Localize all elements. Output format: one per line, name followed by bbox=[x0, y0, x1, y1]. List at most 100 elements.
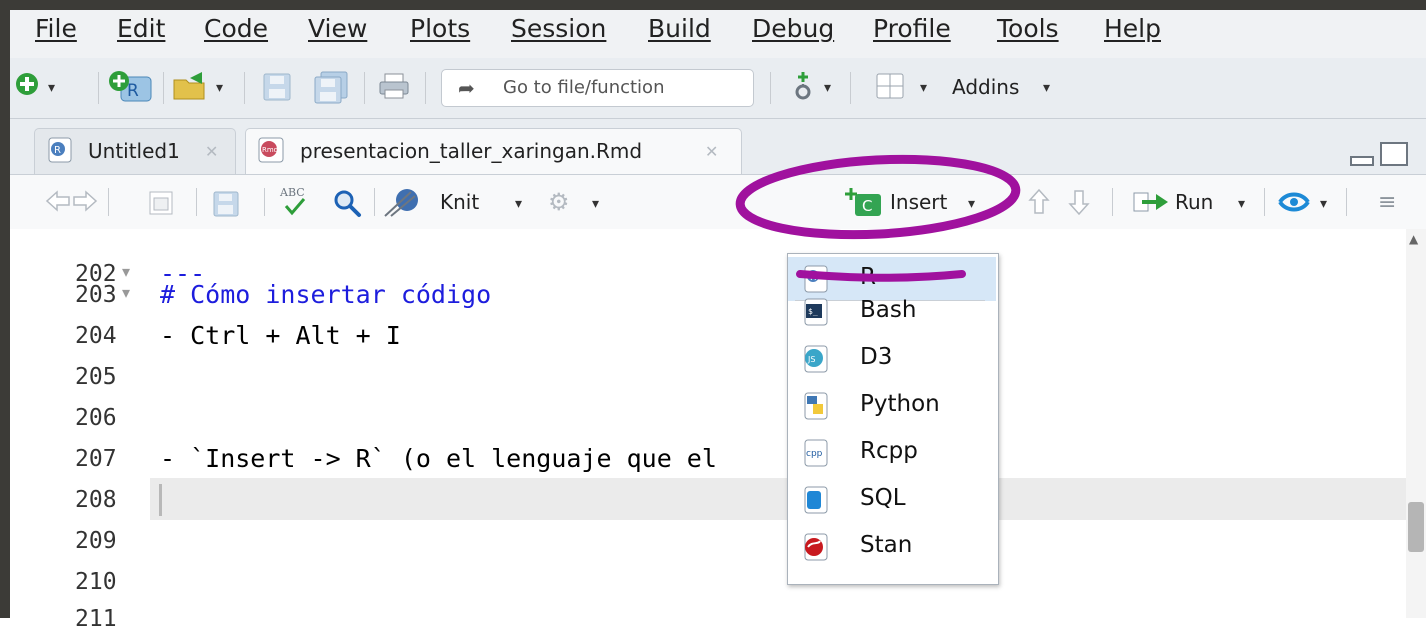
menu-session[interactable]: Session bbox=[511, 14, 606, 43]
rerun-icon[interactable] bbox=[1276, 188, 1312, 220]
menu-tools[interactable]: Tools bbox=[997, 14, 1059, 43]
menu-item-python[interactable]: Python bbox=[788, 384, 996, 428]
chevron-down-icon[interactable]: ▾ bbox=[824, 80, 831, 96]
svg-text:$_: $_ bbox=[808, 307, 818, 316]
r-script-icon: R bbox=[48, 137, 72, 167]
tab-label: Untitled1 bbox=[88, 139, 180, 163]
toolbar-separator bbox=[244, 72, 245, 104]
scrollbar-thumb[interactable] bbox=[1408, 502, 1424, 552]
menu-item-label: D3 bbox=[860, 344, 893, 370]
svg-text:R: R bbox=[54, 145, 61, 156]
down-arrow-icon[interactable] bbox=[1068, 188, 1090, 220]
line-number: 203 bbox=[75, 282, 117, 308]
bash-icon: $_ bbox=[804, 298, 828, 326]
menu-item-label: Rcpp bbox=[860, 438, 918, 464]
close-icon[interactable]: ✕ bbox=[205, 142, 218, 161]
line-number: 208 bbox=[75, 487, 117, 513]
menu-item-d3[interactable]: JS D3 bbox=[788, 337, 996, 381]
pane-layout-icon[interactable] bbox=[875, 72, 905, 104]
new-project-icon[interactable]: R bbox=[107, 69, 155, 107]
fold-icon[interactable]: ▾ bbox=[122, 283, 130, 302]
toolbar-separator bbox=[98, 72, 99, 104]
print-icon[interactable] bbox=[378, 72, 410, 104]
search-icon[interactable] bbox=[332, 188, 362, 222]
menu-item-bash[interactable]: $_ Bash bbox=[788, 290, 996, 334]
outline-icon[interactable]: ≡ bbox=[1378, 190, 1396, 215]
chevron-down-icon[interactable]: ▾ bbox=[968, 196, 975, 212]
line-number: 207 bbox=[75, 446, 117, 472]
menu-item-label: R bbox=[860, 264, 876, 290]
fold-icon[interactable]: ▾ bbox=[122, 262, 130, 281]
toolbar-separator bbox=[163, 72, 164, 104]
menu-item-stan[interactable]: Stan bbox=[788, 525, 996, 569]
scrollbar-track[interactable] bbox=[1406, 229, 1426, 618]
chevron-down-icon[interactable]: ▾ bbox=[48, 80, 55, 96]
arrow-right-icon: ➦ bbox=[458, 76, 475, 100]
menu-item-sql[interactable]: SQL bbox=[788, 478, 996, 522]
window-titlebar bbox=[0, 0, 1426, 10]
chevron-down-icon[interactable]: ▾ bbox=[515, 196, 522, 212]
chevron-down-icon[interactable]: ▾ bbox=[1320, 196, 1327, 212]
menu-profile[interactable]: Profile bbox=[873, 14, 951, 43]
insert-button[interactable]: Insert bbox=[890, 190, 947, 214]
toolbar-separator bbox=[1346, 188, 1347, 216]
code-line: - `Insert -> R` (o el lenguaje que el bbox=[160, 444, 717, 473]
back-icon[interactable] bbox=[45, 190, 71, 216]
open-folder-icon[interactable] bbox=[172, 70, 210, 106]
tab-label: presentacion_taller_xaringan.Rmd bbox=[300, 139, 643, 163]
toolbar-separator bbox=[850, 72, 851, 104]
insert-chunk-icon[interactable]: C bbox=[845, 186, 885, 222]
save-all-icon[interactable] bbox=[313, 70, 349, 108]
line-number: 206 bbox=[75, 405, 117, 431]
gear-icon[interactable]: ⚙ bbox=[548, 188, 570, 216]
menu-build[interactable]: Build bbox=[648, 14, 711, 43]
menu-file[interactable]: File bbox=[35, 14, 77, 43]
save-icon[interactable] bbox=[262, 72, 292, 106]
knit-icon[interactable] bbox=[383, 186, 423, 222]
menu-item-rcpp[interactable]: cpp Rcpp bbox=[788, 431, 996, 475]
maximize-pane-icon[interactable] bbox=[1380, 142, 1408, 170]
menu-code[interactable]: Code bbox=[204, 14, 268, 43]
code-line: # Cómo insertar código bbox=[160, 280, 492, 309]
chevron-down-icon[interactable]: ▾ bbox=[1238, 196, 1245, 212]
run-button[interactable]: Run bbox=[1175, 190, 1213, 214]
line-number: 209 bbox=[75, 528, 117, 554]
menu-plots[interactable]: Plots bbox=[410, 14, 470, 43]
menu-edit[interactable]: Edit bbox=[117, 14, 165, 43]
chevron-down-icon[interactable]: ▾ bbox=[920, 80, 927, 96]
close-icon[interactable]: ✕ bbox=[705, 142, 718, 161]
menu-item-label: Python bbox=[860, 391, 940, 417]
menu-debug[interactable]: Debug bbox=[752, 14, 834, 43]
window-border bbox=[0, 10, 10, 618]
new-file-icon[interactable] bbox=[14, 71, 40, 101]
scroll-up-icon[interactable]: ▲ bbox=[1409, 232, 1418, 246]
git-commit-icon[interactable] bbox=[792, 70, 814, 106]
show-in-window-icon[interactable] bbox=[148, 190, 174, 220]
addins-menu[interactable]: Addins bbox=[952, 75, 1019, 99]
knit-button[interactable]: Knit bbox=[440, 190, 479, 214]
up-arrow-icon[interactable] bbox=[1028, 188, 1050, 220]
minimize-pane-icon[interactable] bbox=[1350, 152, 1374, 171]
svg-text:C: C bbox=[862, 197, 872, 215]
spellcheck-icon[interactable]: ABC bbox=[278, 184, 312, 224]
menu-help[interactable]: Help bbox=[1104, 14, 1161, 43]
toolbar-separator bbox=[108, 188, 109, 216]
line-number: 205 bbox=[75, 364, 117, 390]
goto-file-placeholder: Go to file/function bbox=[503, 77, 665, 98]
chevron-down-icon[interactable]: ▾ bbox=[592, 196, 599, 212]
svg-text:ABC: ABC bbox=[279, 186, 305, 199]
forward-icon[interactable] bbox=[72, 190, 98, 216]
save-icon[interactable] bbox=[212, 190, 240, 222]
r-chunk-icon: R bbox=[804, 265, 828, 293]
text-cursor bbox=[159, 484, 162, 516]
code-line: - Ctrl + Alt + I bbox=[160, 321, 401, 350]
menu-view[interactable]: View bbox=[308, 14, 367, 43]
line-number: 204 bbox=[75, 323, 117, 349]
toolbar-separator bbox=[770, 72, 771, 104]
run-icon[interactable] bbox=[1132, 190, 1172, 218]
svg-text:cpp: cpp bbox=[806, 449, 823, 459]
chevron-down-icon[interactable]: ▾ bbox=[216, 80, 223, 96]
rcpp-icon: cpp bbox=[804, 439, 828, 467]
chevron-down-icon[interactable]: ▾ bbox=[1043, 80, 1050, 96]
menu-item-label: Bash bbox=[860, 297, 917, 323]
